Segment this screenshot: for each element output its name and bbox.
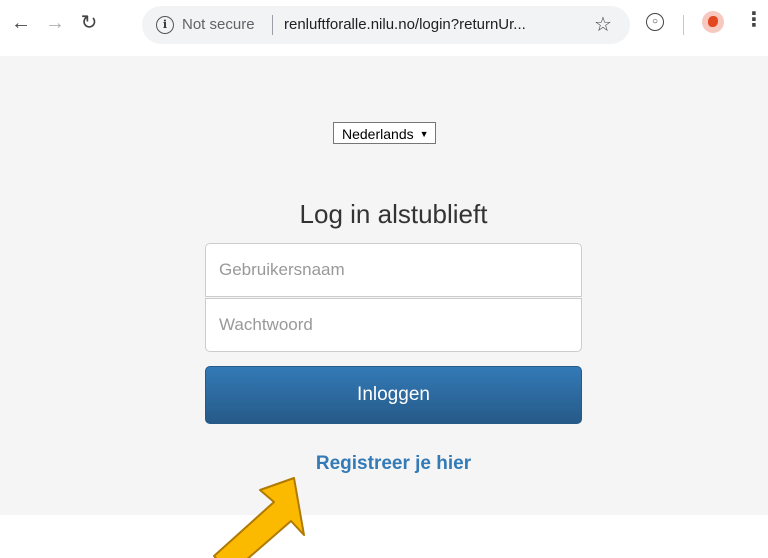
annotation-arrow [213,477,305,558]
